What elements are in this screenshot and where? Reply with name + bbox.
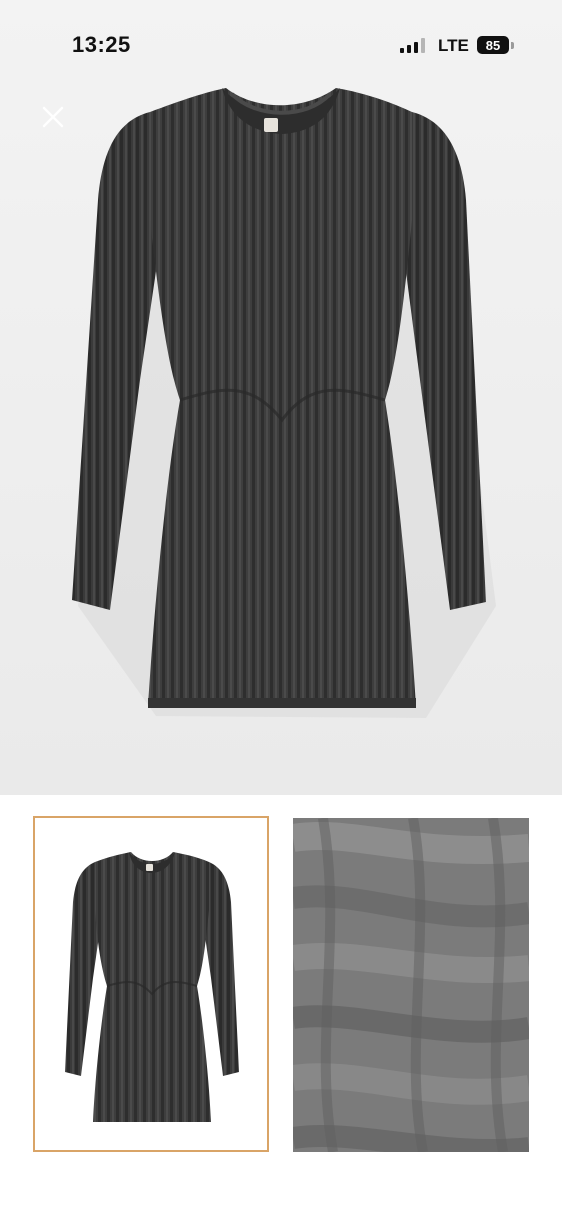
battery-icon: 85 bbox=[477, 36, 509, 54]
signal-strength-icon bbox=[400, 37, 425, 53]
battery-level: 85 bbox=[485, 37, 501, 53]
status-time: 13:25 bbox=[72, 32, 131, 57]
knit-dress-thumbnail bbox=[65, 852, 239, 1122]
product-image-viewer[interactable]: 13:25 LTE 85 bbox=[0, 0, 562, 795]
battery-tip bbox=[511, 42, 514, 49]
thumbnail-dress-selected[interactable] bbox=[33, 816, 269, 1152]
thumbnail-texture[interactable] bbox=[293, 818, 529, 1152]
close-button[interactable] bbox=[36, 100, 70, 134]
network-type: LTE bbox=[438, 36, 469, 55]
knit-texture-closeup-thumbnail bbox=[293, 818, 529, 1152]
status-bar: 13:25 LTE 85 bbox=[0, 0, 562, 90]
close-icon bbox=[42, 106, 64, 128]
knit-dress-product-image bbox=[72, 88, 496, 718]
